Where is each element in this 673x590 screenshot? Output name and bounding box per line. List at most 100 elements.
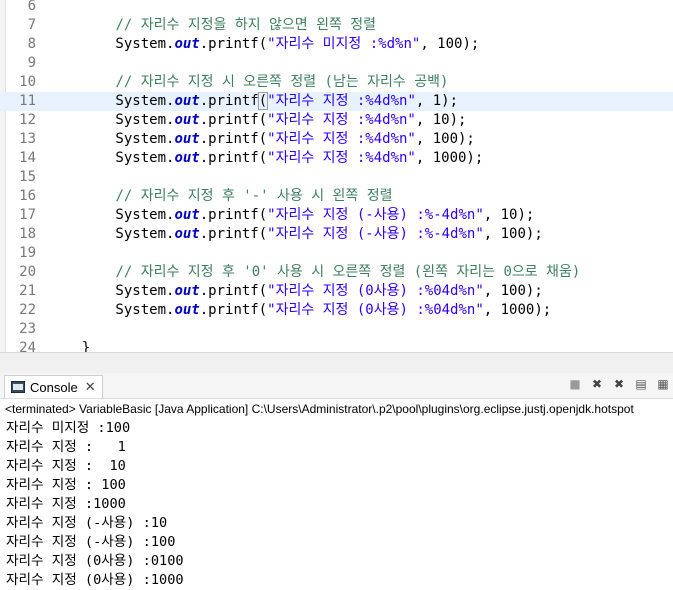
line-number: 23 (19, 321, 36, 337)
line-number: 8 (27, 36, 36, 52)
console-output-line: 자리수 미지정 :100 (6, 420, 131, 436)
code-token: , 1000); (483, 302, 552, 318)
console-icon (11, 381, 25, 393)
code-field: out (174, 226, 200, 242)
terminate-icon[interactable]: ■ (567, 376, 583, 392)
code-text: System.out.printf("자리수 지정 :%4d%n", 10); (48, 111, 466, 130)
code-comment: // 자리수 지정을 하지 않으면 왼쪽 정렬 (115, 17, 377, 33)
code-string: "자리수 미지정 :%d%n" (267, 36, 421, 52)
console-output-line: 자리수 지정 (-사용) :10 (6, 515, 168, 531)
code-line[interactable]: 19 (0, 244, 673, 263)
code-string: "자리수 지정 (-사용) :%-4d%n" (267, 207, 484, 223)
panel-splitter[interactable] (0, 352, 673, 374)
code-comment: // 자리수 지정 후 '-' 사용 시 왼쪽 정렬 (115, 188, 393, 204)
close-icon[interactable]: ✕ (85, 379, 96, 395)
scroll-lock-icon[interactable]: ▦ (655, 376, 671, 392)
code-string: "자리수 지정 :%4d%n" (267, 112, 416, 128)
code-string: "자리수 지정 (-사용) :%-4d%n" (267, 226, 484, 242)
code-token: .printf( (199, 283, 268, 299)
code-line[interactable]: 16 // 자리수 지정 후 '-' 사용 시 왼쪽 정렬 (0, 187, 673, 206)
code-text: // 자리수 지정 후 '-' 사용 시 왼쪽 정렬 (48, 187, 392, 206)
console-output-line: 자리수 지정 : 10 (6, 458, 126, 474)
code-line[interactable]: 15 (0, 168, 673, 187)
console-tab[interactable]: Console ✕ (4, 375, 103, 398)
code-field: out (174, 283, 200, 299)
code-line[interactable]: 13 System.out.printf("자리수 지정 :%4d%n", 10… (0, 130, 673, 149)
line-number: 13 (19, 131, 36, 147)
code-line[interactable]: 23 (0, 320, 673, 339)
console-status: <terminated> VariableBasic [Java Applica… (5, 402, 634, 416)
console-toolbar: ■ ✖ ✖ ▤ ▦ (567, 376, 671, 392)
code-comment: // 자리수 지정 후 '0' 사용 시 오른쪽 정렬 (왼쪽 자리는 0으로 … (115, 264, 581, 280)
code-line[interactable]: 21 System.out.printf("자리수 지정 (0사용) :%04d… (0, 282, 673, 301)
code-line[interactable]: 9 (0, 54, 673, 73)
line-number: 19 (19, 245, 36, 261)
code-line[interactable]: 8 System.out.printf("자리수 미지정 :%d%n", 100… (0, 35, 673, 54)
line-number: 6 (27, 0, 36, 14)
line-number: 12 (19, 112, 36, 128)
console-output[interactable]: 자리수 미지정 :100 자리수 지정 : 1 자리수 지정 : 10 자리수 지정 … (6, 419, 673, 590)
remove-all-terminated-icon[interactable]: ✖ (611, 376, 627, 392)
code-string: "자리수 지정 (0사용) :%04d%n" (267, 283, 484, 299)
code-token: System. (48, 36, 175, 52)
code-text: // 자리수 지정 시 오른쪽 정렬 (남는 자리수 공백) (48, 73, 448, 92)
code-line[interactable]: 14 System.out.printf("자리수 지정 :%4d%n", 10… (0, 149, 673, 168)
line-number: 22 (19, 302, 36, 318)
code-text: System.out.printf("자리수 미지정 :%d%n", 100); (48, 35, 479, 54)
code-text: } (48, 339, 90, 352)
code-token: , 1); (415, 93, 459, 109)
clear-console-icon[interactable]: ▤ (633, 376, 649, 392)
code-string: "자리수 지정 (0사용) :%04d%n" (267, 302, 484, 318)
console-output-line: 자리수 지정 : 1 (6, 439, 126, 455)
code-token: .printf( (199, 112, 268, 128)
code-token: .printf (199, 93, 259, 109)
code-editor[interactable]: 67 // 자리수 지정을 하지 않으면 왼쪽 정렬 8 System.out.p… (0, 0, 673, 352)
code-token: .printf( (199, 207, 268, 223)
code-field: out (174, 36, 200, 52)
console-output-line: 자리수 지정 (0사용) :0100 (6, 553, 184, 569)
code-line[interactable]: 24 } (0, 339, 673, 352)
code-line[interactable]: 11 System.out.printf("자리수 지정 :%4d%n", 1)… (0, 92, 673, 111)
code-field: out (174, 131, 200, 147)
code-comment: // 자리수 지정 시 오른쪽 정렬 (남는 자리수 공백) (115, 74, 449, 90)
code-text: System.out.printf("자리수 지정 :%4d%n", 1000)… (48, 149, 483, 168)
code-token: System. (48, 207, 175, 223)
code-text: System.out.printf("자리수 지정 (-사용) :%-4d%n"… (48, 206, 534, 225)
code-line[interactable]: 18 System.out.printf("자리수 지정 (-사용) :%-4d… (0, 225, 673, 244)
console-output-line: 자리수 지정 :1000 (6, 496, 126, 512)
code-line[interactable]: 20 // 자리수 지정 후 '0' 사용 시 오른쪽 정렬 (왼쪽 자리는 0… (0, 263, 673, 282)
code-line[interactable]: 22 System.out.printf("자리수 지정 (0사용) :%04d… (0, 301, 673, 320)
code-token: , 10); (483, 207, 535, 223)
code-token: System. (48, 150, 175, 166)
code-token: , 100); (483, 283, 543, 299)
code-token: , 100); (420, 36, 480, 52)
code-token: System. (48, 112, 175, 128)
code-token: ( (257, 92, 269, 110)
code-token: .printf( (199, 150, 268, 166)
line-number: 24 (19, 340, 36, 352)
line-number: 21 (19, 283, 36, 299)
line-number: 17 (19, 207, 36, 223)
code-string: "자리수 지정 :%4d%n" (267, 93, 416, 109)
code-line[interactable]: 6 (0, 0, 673, 16)
remove-launch-icon[interactable]: ✖ (589, 376, 605, 392)
line-number: 15 (19, 169, 36, 185)
line-number: 11 (19, 93, 36, 109)
console-output-line: 자리수 지정 (0사용) :1000 (6, 572, 184, 588)
code-line[interactable]: 7 // 자리수 지정을 하지 않으면 왼쪽 정렬 (0, 16, 673, 35)
code-line[interactable]: 12 System.out.printf("자리수 지정 :%4d%n", 10… (0, 111, 673, 130)
code-token: System. (48, 131, 175, 147)
code-token: .printf( (199, 302, 268, 318)
code-token: , 1000); (415, 150, 484, 166)
code-text: System.out.printf("자리수 지정 :%4d%n", 1); (48, 92, 458, 111)
code-text: // 자리수 지정을 하지 않으면 왼쪽 정렬 (48, 16, 376, 35)
console-tab-bar: Console ✕ ■ ✖ ✖ ▤ ▦ (0, 373, 673, 399)
code-field: out (174, 150, 200, 166)
code-field: out (174, 112, 200, 128)
code-line[interactable]: 10 // 자리수 지정 시 오른쪽 정렬 (남는 자리수 공백) (0, 73, 673, 92)
line-number: 16 (19, 188, 36, 204)
code-line[interactable]: 17 System.out.printf("자리수 지정 (-사용) :%-4d… (0, 206, 673, 225)
